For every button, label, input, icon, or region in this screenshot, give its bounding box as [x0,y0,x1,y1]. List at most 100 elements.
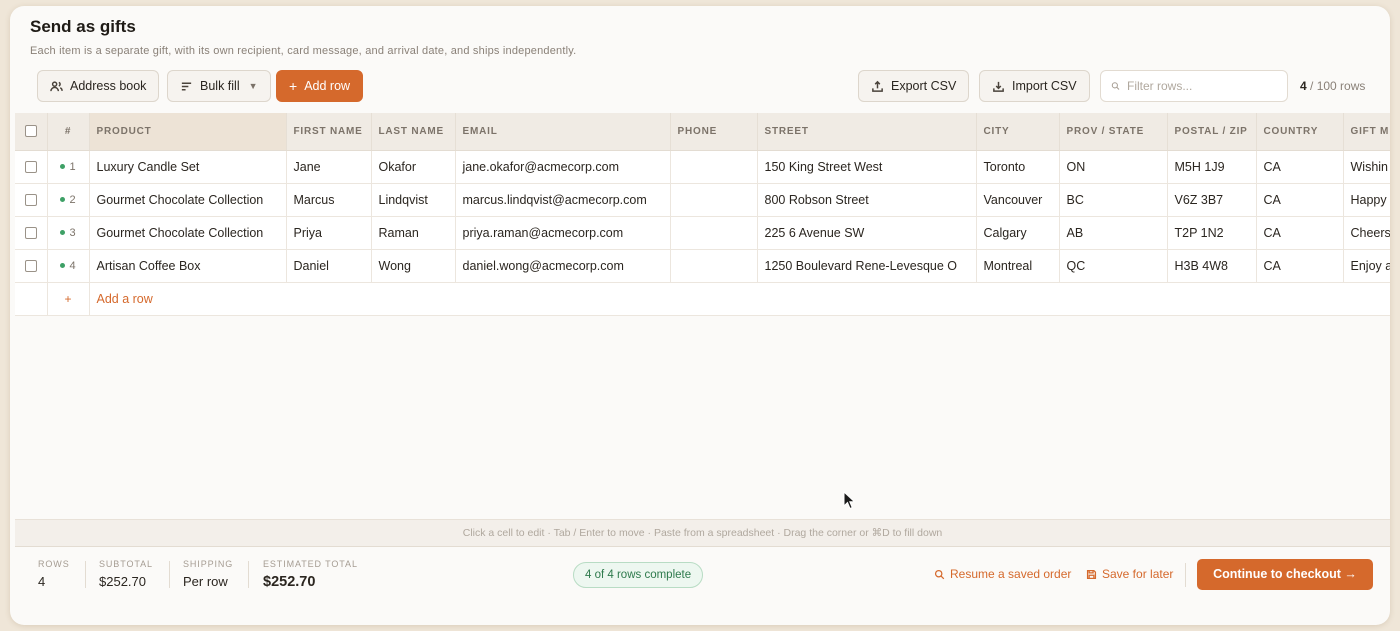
select-all-cell[interactable] [15,113,48,151]
search-icon [934,569,945,579]
filter-rows-input[interactable] [1127,79,1277,93]
column-header-phone[interactable]: PHONE [670,113,758,151]
column-header-country[interactable]: COUNTRY [1256,113,1344,151]
import-csv-label: Import CSV [1012,79,1077,93]
phone-cell[interactable] [670,249,758,283]
city-cell[interactable]: Vancouver [976,183,1060,217]
phone-cell[interactable] [670,183,758,217]
email-cell[interactable]: daniel.wong@acmecorp.com [455,249,671,283]
rows-complete-badge: 4 of 4 rows complete [573,562,704,588]
row-select-cell[interactable] [15,183,48,217]
table-row[interactable]: 4 Artisan Coffee Box Daniel Wong daniel.… [15,249,1390,283]
row-select-cell[interactable] [15,216,48,250]
column-header-last-name[interactable]: LAST NAME [371,113,456,151]
import-csv-button[interactable]: Import CSV [979,70,1090,102]
column-header-postal-zip[interactable]: POSTAL / ZIP [1167,113,1257,151]
add-row-label: Add row [304,79,351,93]
filter-lines-icon [181,82,192,90]
prov-state-cell[interactable]: ON [1059,150,1168,184]
select-all-checkbox[interactable] [24,125,37,138]
first-name-cell[interactable]: Marcus [286,183,372,217]
column-header-city[interactable]: CITY [976,113,1060,151]
product-cell[interactable]: Artisan Coffee Box [89,249,287,283]
last-name-cell[interactable]: Okafor [371,150,456,184]
country-cell[interactable]: CA [1256,150,1344,184]
email-cell[interactable]: priya.raman@acmecorp.com [455,216,671,250]
city-cell[interactable]: Toronto [976,150,1060,184]
country-cell[interactable]: CA [1256,183,1344,217]
add-a-row-link[interactable]: Add a row [89,282,1390,316]
bulk-fill-button[interactable]: Bulk fill ▼ [167,70,271,102]
first-name-cell[interactable]: Daniel [286,249,372,283]
add-row-plus-icon[interactable]: + [47,282,90,316]
export-csv-button[interactable]: Export CSV [858,70,970,102]
bulk-fill-label: Bulk fill [200,79,240,93]
export-csv-label: Export CSV [891,79,957,93]
row-checkbox[interactable] [24,161,37,174]
column-header-prov-state[interactable]: PROV / STATE [1059,113,1168,151]
row-select-cell[interactable] [15,249,48,283]
table-row[interactable]: 2 Gourmet Chocolate Collection Marcus Li… [15,183,1390,217]
product-cell[interactable]: Gourmet Chocolate Collection [89,216,287,250]
row-number-cell: 1 [47,150,90,184]
prov-state-cell[interactable]: AB [1059,216,1168,250]
row-select-cell[interactable] [15,150,48,184]
row-checkbox[interactable] [24,194,37,207]
product-cell[interactable]: Luxury Candle Set [89,150,287,184]
phone-cell[interactable] [670,216,758,250]
last-name-cell[interactable]: Lindqvist [371,183,456,217]
city-cell[interactable]: Calgary [976,216,1060,250]
gift-message-cell[interactable]: Cheers [1343,216,1390,250]
postal-zip-cell[interactable]: T2P 1N2 [1167,216,1257,250]
email-cell[interactable]: marcus.lindqvist@acmecorp.com [455,183,671,217]
postal-zip-cell[interactable]: V6Z 3B7 [1167,183,1257,217]
street-cell[interactable]: 150 King Street West [757,150,977,184]
prov-state-cell[interactable]: QC [1059,249,1168,283]
street-cell[interactable]: 1250 Boulevard Rene-Levesque O [757,249,977,283]
postal-zip-cell[interactable]: M5H 1J9 [1167,150,1257,184]
column-header-gift-message[interactable]: GIFT M [1343,113,1390,151]
page-subtitle: Each item is a separate gift, with its o… [30,45,577,57]
divider [248,561,249,588]
row-checkbox[interactable] [24,227,37,240]
shipping-stat: SHIPPING Per row [183,559,234,589]
column-header-email[interactable]: EMAIL [455,113,671,151]
row-number-cell: 4 [47,249,90,283]
gift-message-cell[interactable]: Happy [1343,183,1390,217]
gift-message-cell[interactable]: Wishin [1343,150,1390,184]
save-for-later-link[interactable]: Save for later [1086,567,1173,581]
address-book-button[interactable]: Address book [37,70,160,102]
row-complete-status-dot [60,263,66,269]
column-header-product[interactable]: PRODUCT [89,113,287,151]
postal-zip-cell[interactable]: H3B 4W8 [1167,249,1257,283]
gift-message-cell[interactable]: Enjoy a [1343,249,1390,283]
city-cell[interactable]: Montreal [976,249,1060,283]
street-cell[interactable]: 225 6 Avenue SW [757,216,977,250]
column-header-first-name[interactable]: FIRST NAME [286,113,372,151]
save-icon [1086,569,1097,579]
address-book-label: Address book [70,79,147,93]
country-cell[interactable]: CA [1256,216,1344,250]
continue-to-checkout-button[interactable]: Continue to checkout → [1197,559,1373,590]
last-name-cell[interactable]: Raman [371,216,456,250]
chevron-down-icon: ▼ [248,81,258,91]
row-complete-status-dot [60,197,66,203]
product-cell[interactable]: Gourmet Chocolate Collection [89,183,287,217]
email-cell[interactable]: jane.okafor@acmecorp.com [455,150,671,184]
prov-state-cell[interactable]: BC [1059,183,1168,217]
filter-rows-field[interactable] [1100,70,1288,102]
table-row[interactable]: 3 Gourmet Chocolate Collection Priya Ram… [15,216,1390,250]
row-complete-status-dot [60,164,66,170]
add-row-line[interactable]: + Add a row [15,282,1390,316]
row-checkbox[interactable] [24,260,37,273]
table-row[interactable]: 1 Luxury Candle Set Jane Okafor jane.oka… [15,150,1390,184]
phone-cell[interactable] [670,150,758,184]
street-cell[interactable]: 800 Robson Street [757,183,977,217]
country-cell[interactable]: CA [1256,249,1344,283]
resume-saved-order-link[interactable]: Resume a saved order [934,567,1071,581]
column-header-street[interactable]: STREET [757,113,977,151]
add-row-button[interactable]: + Add row [276,70,364,102]
last-name-cell[interactable]: Wong [371,249,456,283]
first-name-cell[interactable]: Priya [286,216,372,250]
first-name-cell[interactable]: Jane [286,150,372,184]
